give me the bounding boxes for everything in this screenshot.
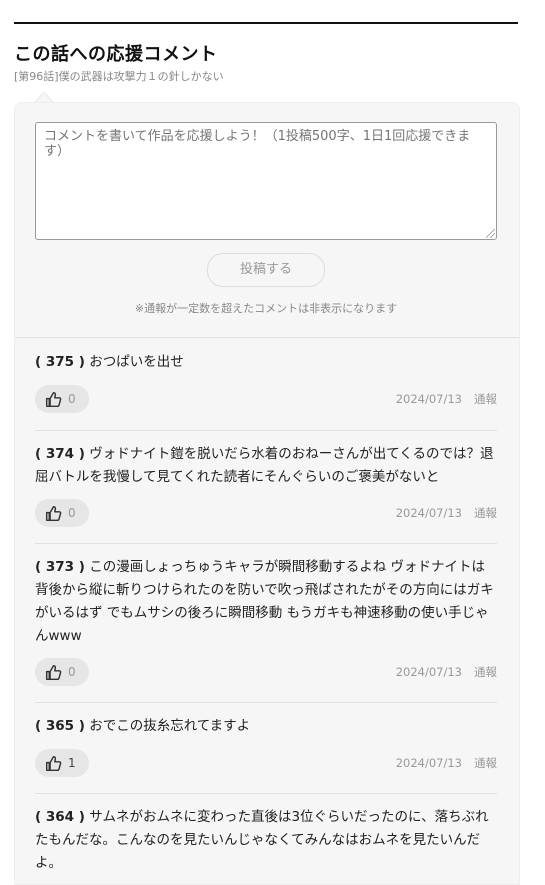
comment-actions: 0 2024/07/13 通報 [35, 658, 497, 686]
comment-item: ( 375 ) おつぱいを出せ [35, 351, 497, 374]
like-count: 0 [68, 506, 76, 520]
comment-number: ( 364 ) [35, 809, 85, 825]
comment-item: ( 373 ) この漫画しょっちゅうキャラが瞬間移動するよね ヴォドナイトは背後… [35, 556, 497, 648]
report-link[interactable]: 通報 [474, 756, 497, 770]
like-button[interactable]: 1 [35, 749, 89, 777]
like-button[interactable]: 0 [35, 385, 89, 413]
comment-divider [35, 543, 497, 544]
comment-number: ( 365 ) [35, 718, 85, 734]
report-link[interactable]: 通報 [474, 665, 497, 679]
comment-input[interactable] [35, 122, 497, 240]
like-button[interactable]: 0 [35, 499, 89, 527]
moderation-notice: ※通報が一定数を超えたコメントは非表示になります [134, 302, 398, 315]
comment-actions: 0 2024/07/13 通報 [35, 385, 497, 413]
comment-divider [35, 702, 497, 703]
comment-divider [35, 793, 497, 794]
episode-title[interactable]: [第96話]僕の武器は攻撃力１の針しかない [14, 68, 224, 84]
comment-actions: 1 2024/07/13 通報 [35, 749, 497, 777]
comment-body: ヴォドナイト鎧を脱いだら水着のおねーさんが出てくるのでは？退屈バトルを我慢して見… [35, 446, 494, 485]
comment-item: ( 374 ) ヴォドナイト鎧を脱いだら水着のおねーさんが出てくるのでは？退屈バ… [35, 443, 497, 489]
comment-body: この漫画しょっちゅうキャラが瞬間移動するよね ヴォドナイトは背後から縦に斬りつけ… [35, 559, 494, 644]
comment-date: 2024/07/13 [395, 665, 462, 679]
comment-actions: 0 2024/07/13 通報 [35, 499, 497, 527]
comment-date: 2024/07/13 [395, 756, 462, 770]
comment-date: 2024/07/13 [395, 506, 462, 520]
thumbs-up-icon [45, 391, 62, 407]
thumbs-up-icon [45, 755, 62, 771]
panel-divider [15, 337, 519, 338]
like-count: 0 [68, 665, 76, 679]
report-link[interactable]: 通報 [474, 392, 497, 406]
post-button[interactable]: 投稿する [207, 253, 325, 287]
comment-item: ( 365 ) おでこの抜糸忘れてますよ [35, 715, 497, 738]
top-divider [14, 22, 518, 24]
comment-date: 2024/07/13 [395, 392, 462, 406]
comment-body: おでこの抜糸忘れてますよ [84, 718, 251, 734]
comment-item: ( 364 ) サムネがおムネに変わった直後は3位ぐらいだったのに、落ちぶれたも… [35, 806, 497, 875]
like-count: 1 [68, 756, 76, 770]
like-count: 0 [68, 392, 76, 406]
thumbs-up-icon [45, 664, 62, 680]
report-link[interactable]: 通報 [474, 506, 497, 520]
comment-body: サムネがおムネに変わった直後は3位ぐらいだったのに、落ちぶれたもんだな。こんなの… [35, 809, 489, 871]
like-button[interactable]: 0 [35, 658, 89, 686]
comment-number: ( 373 ) [35, 559, 85, 575]
comment-number: ( 375 ) [35, 354, 85, 370]
resize-grip-icon[interactable] [486, 229, 495, 238]
thumbs-up-icon [45, 505, 62, 521]
comment-divider [35, 430, 497, 431]
comment-body: おつぱいを出せ [84, 354, 184, 370]
comment-panel: 投稿する ※通報が一定数を超えたコメントは非表示になります ( 375 ) おつ… [14, 102, 520, 885]
comment-number: ( 374 ) [35, 446, 85, 462]
section-title: この話への応援コメント [14, 44, 218, 65]
